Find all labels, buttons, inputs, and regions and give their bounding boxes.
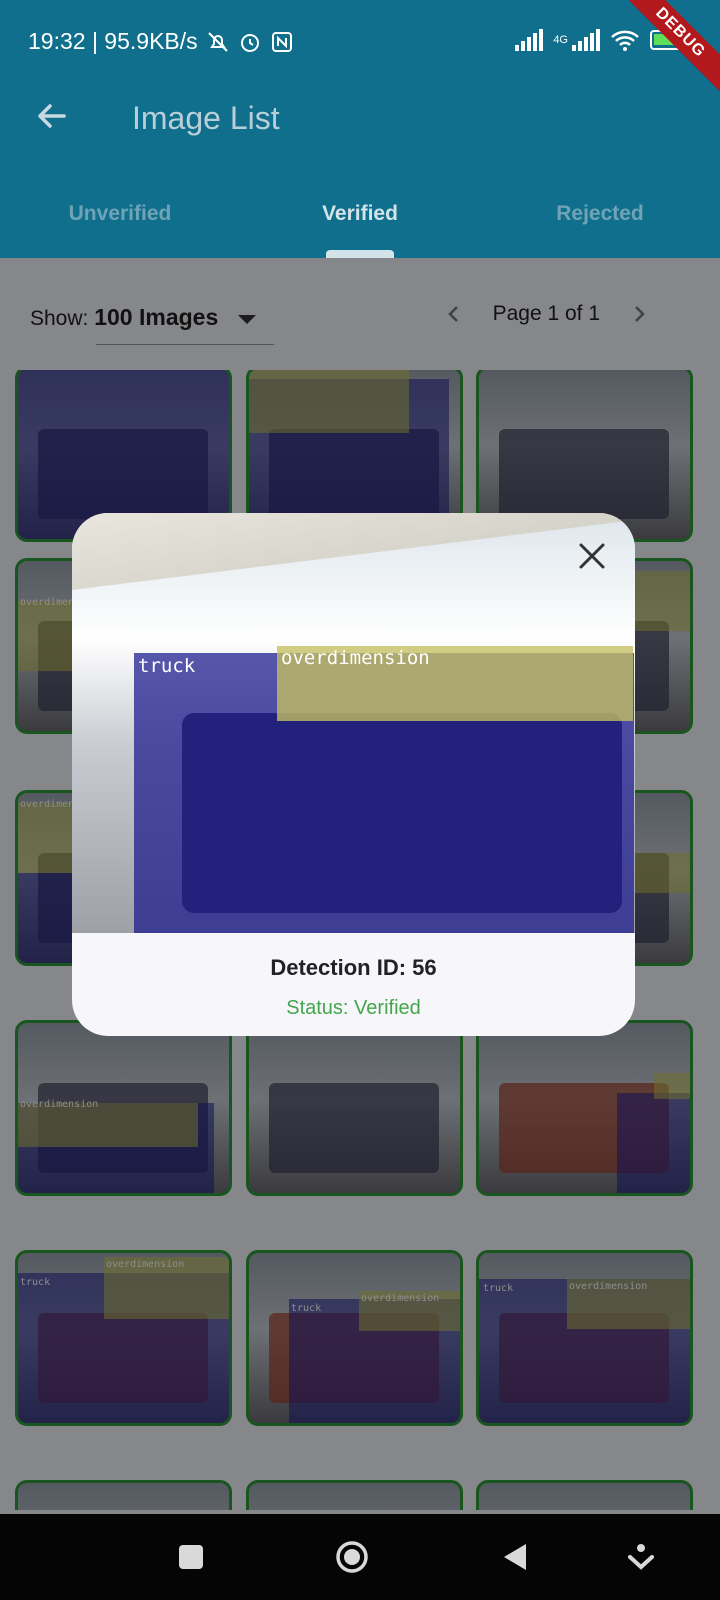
page-title: Image List — [132, 100, 280, 136]
tab-label: Rejected — [556, 202, 644, 225]
status-left: 19:32 | 95.9KB/s — [28, 28, 294, 55]
detection-title: Detection ID: 56 — [270, 955, 437, 980]
detection-status: Status: Verified — [286, 997, 421, 1019]
system-nav-bar — [0, 1514, 720, 1600]
toll-canopy — [72, 513, 635, 590]
tab-rejected[interactable]: Rejected — [480, 180, 720, 258]
bell-off-icon — [207, 31, 228, 52]
signal-icon — [515, 29, 544, 51]
status-bar: 19:32 | 95.9KB/s 4G DEBUG — [0, 0, 720, 99]
app-bar: 19:32 | 95.9KB/s 4G DEBUG Image List Unv… — [0, 0, 720, 258]
back-nav-icon[interactable] — [498, 1540, 532, 1574]
detection-dialog: truck overdimension Detection ID: 56 Sta… — [72, 513, 635, 1036]
tab-label: Unverified — [68, 202, 172, 225]
tab-unverified[interactable]: Unverified — [0, 180, 240, 258]
nav-down-icon[interactable] — [624, 1540, 658, 1574]
tab-indicator — [326, 250, 394, 258]
nfc-icon — [271, 31, 292, 52]
alarm-icon — [240, 33, 259, 52]
recents-icon[interactable] — [174, 1540, 208, 1574]
tab-label: Verified — [322, 202, 398, 225]
tab-bar: Unverified Verified Rejected — [0, 180, 720, 258]
signal-icon-2 — [572, 29, 600, 51]
tab-verified[interactable]: Verified — [240, 180, 480, 258]
bbox-label-overdimension: overdimension — [281, 647, 430, 669]
wifi-icon — [611, 30, 639, 51]
network-type: 4G — [553, 34, 568, 46]
detection-image: truck overdimension — [72, 513, 635, 933]
arrow-left-icon[interactable] — [30, 94, 74, 138]
home-icon[interactable] — [335, 1540, 369, 1574]
close-icon[interactable] — [575, 539, 609, 573]
toolbar: Image List — [0, 88, 720, 152]
status-time-speed: 19:32 | 95.9KB/s — [28, 28, 198, 54]
bbox-label-truck: truck — [138, 655, 196, 677]
